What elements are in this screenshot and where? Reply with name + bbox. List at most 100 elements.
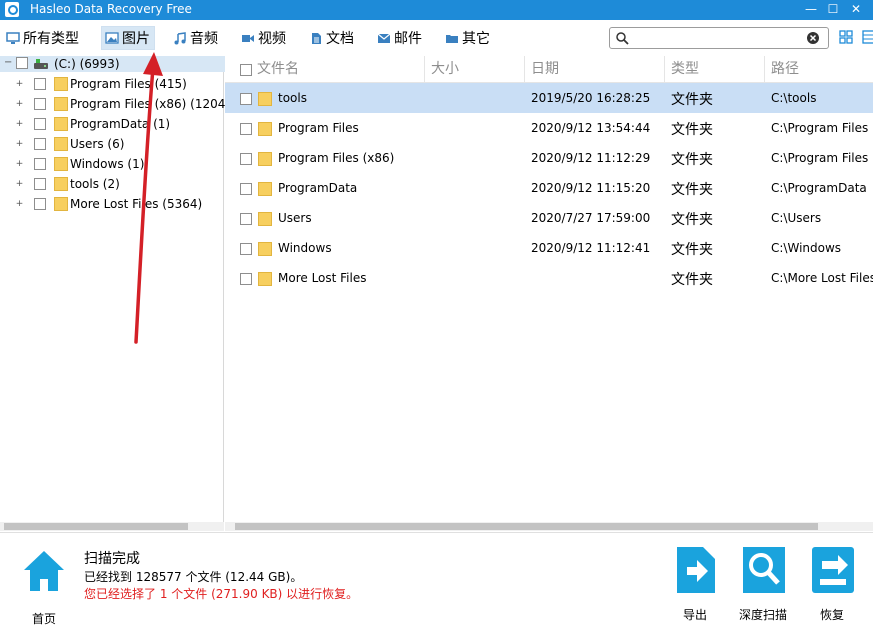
mail-icon	[377, 32, 391, 45]
recover-button[interactable]: 恢复	[810, 545, 856, 622]
file-row[interactable]: Users 2020/7/27 17:59:00 文件夹 C:\Users	[225, 203, 873, 233]
tree-item[interactable]: + Program Files (x86) (1204)	[0, 95, 230, 113]
collapse-icon[interactable]: −	[4, 57, 12, 68]
category-mail[interactable]: 邮件	[374, 26, 426, 50]
tree-checkbox[interactable]	[34, 138, 46, 150]
app-logo-icon	[5, 2, 19, 17]
list-view-icon[interactable]	[862, 30, 873, 44]
category-label: 图片	[122, 31, 150, 47]
column-header-name[interactable]: 文件名	[251, 56, 425, 83]
row-checkbox[interactable]	[240, 183, 252, 195]
tree-checkbox[interactable]	[34, 78, 46, 90]
file-row[interactable]: ProgramData 2020/9/12 11:15:20 文件夹 C:\Pr…	[225, 173, 873, 203]
tree-item[interactable]: + ProgramData (1)	[0, 115, 224, 133]
tree-checkbox[interactable]	[34, 98, 46, 110]
home-button[interactable]: 首页	[22, 549, 66, 626]
file-name: tools	[278, 91, 307, 105]
file-row[interactable]: Windows 2020/9/12 11:12:41 文件夹 C:\Window…	[225, 233, 873, 263]
tree-item-label: ProgramData (1)	[70, 117, 171, 131]
title-bar: Hasleo Data Recovery Free — ☐ ✕	[0, 0, 873, 20]
tree-root-drive[interactable]: − (C:) (6993)	[0, 56, 225, 72]
tree-checkbox[interactable]	[34, 178, 46, 190]
file-date: 2020/9/12 13:54:44	[531, 121, 651, 135]
file-row[interactable]: Program Files 2020/9/12 13:54:44 文件夹 C:\…	[225, 113, 873, 143]
row-checkbox[interactable]	[240, 123, 252, 135]
category-video[interactable]: 视频	[238, 26, 290, 50]
expand-icon[interactable]: +	[15, 120, 24, 129]
file-path: C:\Users	[771, 211, 822, 225]
tree-item[interactable]: + Program Files (415)	[0, 75, 224, 93]
file-row[interactable]: Program Files (x86) 2020/9/12 11:12:29 文…	[225, 143, 873, 173]
category-all-types[interactable]: 所有类型	[3, 26, 83, 50]
file-name: More Lost Files	[278, 271, 367, 285]
row-checkbox[interactable]	[240, 273, 252, 285]
deep-scan-icon	[741, 547, 787, 598]
tree-checkbox[interactable]	[34, 118, 46, 130]
tree-item-label: More Lost Files (5364)	[70, 197, 203, 211]
file-path: C:\Windows	[771, 241, 842, 255]
expand-icon[interactable]: +	[15, 160, 24, 169]
expand-icon[interactable]: +	[15, 180, 24, 189]
scrollbar-thumb[interactable]	[4, 523, 188, 530]
recover-icon	[810, 547, 856, 598]
column-header-path[interactable]: 路径	[765, 56, 873, 83]
column-header-size[interactable]: 大小	[425, 56, 525, 83]
tree-item[interactable]: + More Lost Files (5364)	[0, 195, 224, 213]
column-header-date[interactable]: 日期	[525, 56, 665, 83]
tree-item-label: Program Files (415)	[70, 77, 187, 91]
column-header-type[interactable]: 类型	[665, 56, 765, 83]
category-label: 其它	[462, 31, 490, 47]
category-documents[interactable]: 文档	[306, 26, 358, 50]
tree-item[interactable]: + Users (6)	[0, 135, 224, 153]
export-icon	[673, 547, 719, 598]
drive-icon	[33, 58, 49, 73]
folder-icon	[258, 92, 272, 106]
expand-icon[interactable]: +	[15, 80, 24, 89]
category-label: 邮件	[394, 31, 422, 47]
expand-icon[interactable]: +	[15, 140, 24, 149]
document-icon	[309, 32, 323, 45]
clear-search-icon[interactable]	[806, 31, 820, 48]
file-list: 文件名 大小 日期 类型 路径 tools 2019/5/20 16:28:25…	[225, 56, 873, 522]
expand-icon[interactable]: +	[15, 200, 24, 209]
category-label: 音频	[190, 31, 218, 47]
tree-item[interactable]: + tools (2)	[0, 175, 224, 193]
row-checkbox[interactable]	[240, 243, 252, 255]
folder-icon	[54, 197, 68, 211]
list-horizontal-scrollbar[interactable]	[225, 522, 873, 531]
tree-checkbox[interactable]	[34, 198, 46, 210]
file-type: 文件夹	[671, 242, 713, 258]
tree-horizontal-scrollbar[interactable]	[0, 522, 224, 531]
list-header: 文件名 大小 日期 类型 路径	[225, 56, 873, 83]
scrollbar-thumb[interactable]	[235, 523, 818, 530]
category-other[interactable]: 其它	[442, 26, 494, 50]
tree-item-label: Windows (1)	[70, 157, 145, 171]
file-path: C:\tools	[771, 91, 817, 105]
close-button[interactable]: ✕	[845, 0, 867, 20]
folder-icon	[258, 212, 272, 226]
search-input[interactable]	[632, 29, 804, 47]
row-checkbox[interactable]	[240, 153, 252, 165]
tree-checkbox[interactable]	[16, 57, 28, 69]
export-button[interactable]: 导出	[673, 545, 719, 622]
maximize-button[interactable]: ☐	[822, 0, 844, 20]
deep-scan-button[interactable]: 深度扫描	[739, 545, 787, 622]
category-audio[interactable]: 音频	[170, 26, 222, 50]
tree-checkbox[interactable]	[34, 158, 46, 170]
row-checkbox[interactable]	[240, 93, 252, 105]
grid-view-icon[interactable]	[839, 30, 853, 44]
search-icon	[615, 31, 629, 48]
row-checkbox[interactable]	[240, 213, 252, 225]
home-icon	[22, 551, 66, 596]
file-path: C:\Program Files	[771, 151, 869, 165]
category-label: 文档	[326, 31, 354, 47]
category-label: 视频	[258, 31, 286, 47]
category-images[interactable]: 图片	[101, 26, 155, 50]
tree-item[interactable]: + Windows (1)	[0, 155, 224, 173]
file-row[interactable]: More Lost Files 文件夹 C:\More Lost Files	[225, 263, 873, 293]
category-label: 所有类型	[23, 31, 79, 47]
minimize-button[interactable]: —	[800, 0, 822, 20]
expand-icon[interactable]: +	[15, 100, 24, 109]
folder-icon	[54, 177, 68, 191]
file-row[interactable]: tools 2019/5/20 16:28:25 文件夹 C:\tools	[225, 83, 873, 113]
